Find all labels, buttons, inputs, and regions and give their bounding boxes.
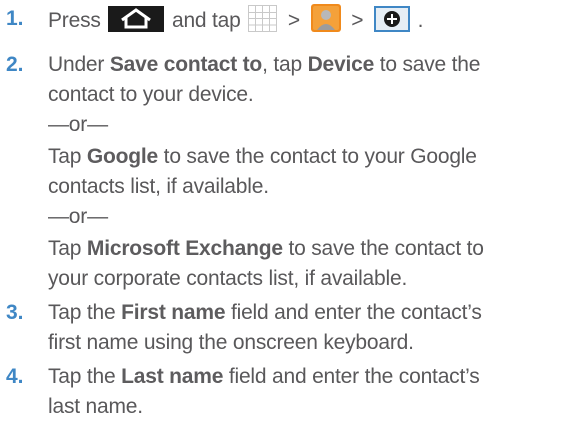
- step-text: to save the contact to your Google: [158, 145, 477, 168]
- step-text: Press: [48, 9, 101, 32]
- step-line: your corporate contacts list, if availab…: [48, 264, 578, 294]
- step-text: field and enter the contact’s: [225, 301, 482, 324]
- separator: >: [287, 9, 300, 32]
- step-text: contacts list, if available.: [48, 175, 269, 198]
- separator: >: [351, 9, 364, 32]
- step-line: Tap the Last name field and enter the co…: [48, 362, 578, 392]
- step-bold: Microsoft Exchange: [86, 237, 283, 260]
- step-number: 4.: [6, 365, 24, 388]
- apps-grid-icon: [248, 5, 278, 32]
- step-body: Tap the First name field and enter the c…: [48, 298, 578, 358]
- step-bold: Last name: [121, 365, 224, 388]
- step-number: 1.: [6, 7, 24, 30]
- step-line: last name.: [48, 392, 578, 422]
- step-text: —or—: [48, 205, 108, 228]
- step-text: , tap: [262, 53, 308, 76]
- step-text: first name using the onscreen keyboard.: [48, 331, 414, 354]
- home-icon: [108, 6, 165, 32]
- contacts-app-icon: [310, 4, 341, 32]
- step-text: Tap: [48, 145, 87, 168]
- step-text: to save the: [374, 53, 481, 76]
- step-text: to save the contact to: [282, 237, 484, 260]
- step-text: Tap: [48, 237, 87, 260]
- or-separator: —or—: [48, 202, 578, 234]
- step-text: Tap the: [48, 365, 122, 388]
- step-text: Tap the: [48, 301, 122, 324]
- step-bold: First name: [121, 301, 226, 324]
- step-line: Under Save contact to, tap Device to sav…: [48, 50, 578, 80]
- step-line: Press and tap > > .: [48, 4, 578, 34]
- step-bold: Device: [307, 53, 375, 76]
- or-separator: —or—: [48, 110, 578, 142]
- step-text: Under: [48, 53, 110, 76]
- step-line: contact to your device.: [48, 80, 578, 110]
- step-text: your corporate contacts list, if availab…: [48, 267, 408, 290]
- step-body: Tap the Last name field and enter the co…: [48, 362, 578, 422]
- step-body: Under Save contact to, tap Device to sav…: [48, 50, 578, 294]
- step-text: and tap: [171, 9, 241, 32]
- step-bold: Google: [86, 145, 159, 168]
- step-body: Press and tap > > .: [48, 4, 578, 34]
- step-text: field and enter the contact’s: [223, 365, 480, 388]
- step-bold: Save contact to: [109, 53, 263, 76]
- add-contact-icon: [374, 6, 410, 32]
- step-number: 2.: [6, 53, 24, 76]
- step-line: Tap the First name field and enter the c…: [48, 298, 578, 328]
- step-line: contacts list, if available.: [48, 172, 578, 202]
- step-number: 3.: [6, 301, 24, 324]
- step-line: Tap Microsoft Exchange to save the conta…: [48, 234, 578, 264]
- step-line: first name using the onscreen keyboard.: [48, 328, 578, 358]
- step-text: contact to your device.: [48, 83, 254, 106]
- step-line: Tap Google to save the contact to your G…: [48, 142, 578, 172]
- step-text: .: [417, 9, 424, 32]
- step-text: last name.: [48, 395, 143, 418]
- step-text: —or—: [48, 113, 108, 136]
